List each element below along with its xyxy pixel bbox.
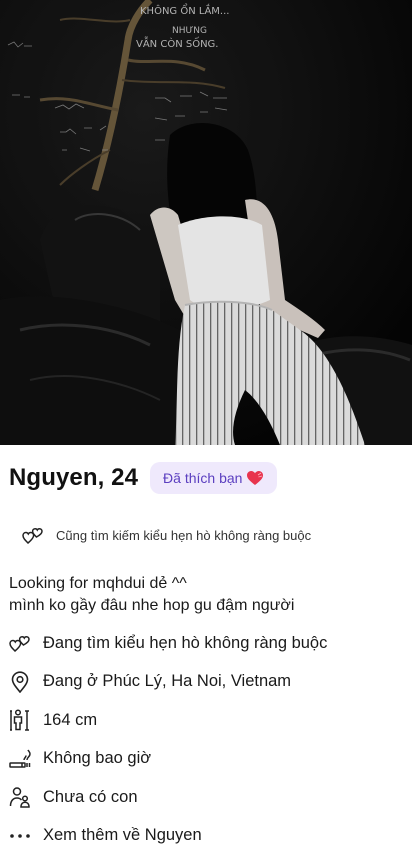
see-more-link[interactable]: Xem thêm về Nguyen — [43, 826, 202, 845]
detail-location: Đang ở Phúc Lý, Ha Noi, Vietnam — [9, 663, 404, 702]
shared-goal-text: Cũng tìm kiếm kiểu hẹn hò không ràng buộ… — [56, 527, 312, 543]
smoking-icon — [9, 748, 31, 770]
detail-text: Đang tìm kiểu hẹn hò không ràng buộc — [43, 633, 328, 652]
detail-text: 164 cm — [43, 710, 98, 729]
hearts-icon — [22, 524, 44, 546]
detail-height: 164 cm — [9, 701, 404, 740]
height-icon — [9, 709, 31, 731]
name-age: Nguyen, 24 — [9, 464, 139, 491]
bio-line: Looking for mqhdui dẻ ^^ — [9, 575, 187, 592]
detail-text: Đang ở Phúc Lý, Ha Noi, Vietnam — [43, 672, 292, 691]
children-icon — [9, 786, 31, 808]
shared-goal-row: Cũng tìm kiếm kiểu hẹn hò không ràng buộ… — [22, 524, 311, 546]
detail-smoking: Không bao giờ — [9, 740, 404, 779]
detail-children: Chưa có con — [9, 778, 404, 817]
hearts-icon — [9, 632, 31, 654]
profile-details: Đang tìm kiểu hẹn hò không ràng buộc Đan… — [9, 624, 404, 854]
profile-photo-image: KHÔNG ỔN LẮM... NHƯNG VẪN CÒN SỐNG. — [0, 0, 412, 445]
see-more-row[interactable]: Xem thêm về Nguyen — [9, 817, 404, 854]
bio: Looking for mqhdui dẻ ^^ mình ko gầy đâu… — [9, 573, 404, 617]
profile-header: Nguyen, 24 Đã thích bạn — [9, 460, 278, 496]
bio-line: mình ko gầy đâu nhe hop gu đậm người — [9, 597, 295, 614]
heart-icon — [246, 470, 264, 486]
detail-relationship-goal: Đang tìm kiểu hẹn hò không ràng buộc — [9, 624, 404, 663]
more-dots-icon — [9, 825, 31, 847]
liked-you-label: Đã thích bạn — [163, 470, 243, 486]
detail-text: Chưa có con — [43, 787, 138, 806]
liked-you-badge: Đã thích bạn — [150, 462, 278, 494]
profile-photo[interactable]: KHÔNG ỔN LẮM... NHƯNG VẪN CÒN SỐNG. — [0, 0, 412, 445]
detail-text: Không bao giờ — [43, 749, 152, 768]
location-pin-icon — [9, 671, 31, 693]
